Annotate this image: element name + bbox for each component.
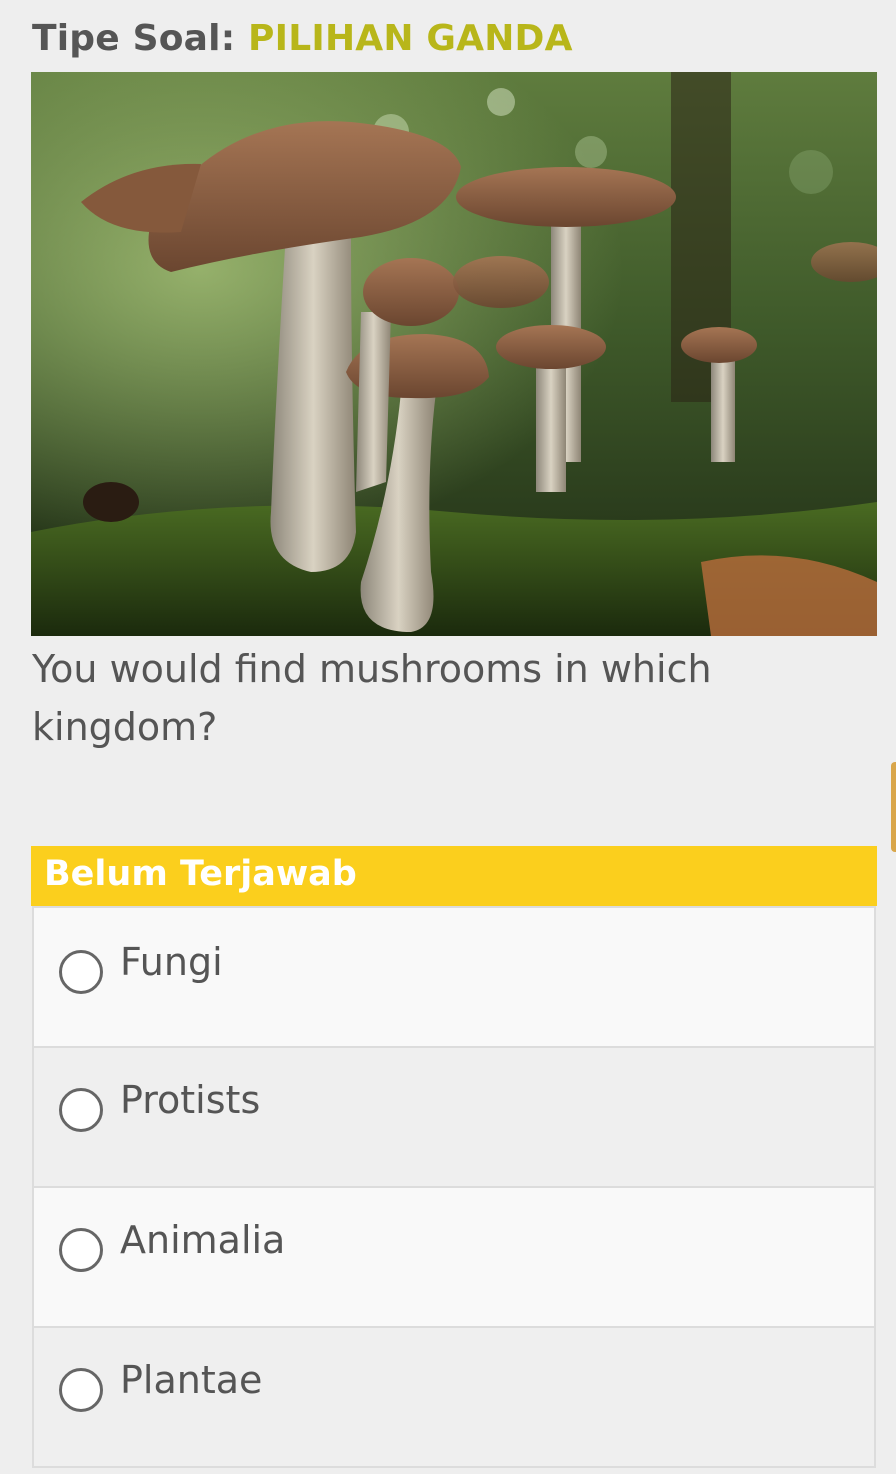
answer-option-label: Protists: [120, 1078, 261, 1122]
answer-option-label: Plantae: [120, 1358, 263, 1402]
question-text: You would find mushrooms in which kingdo…: [32, 647, 712, 749]
question-type-value: PILIHAN GANDA: [248, 18, 573, 59]
radio-button-icon[interactable]: [59, 1228, 103, 1272]
answer-option-animalia[interactable]: Animalia: [32, 1188, 876, 1328]
radio-button-icon[interactable]: [59, 950, 103, 994]
question-image: [31, 72, 877, 636]
radio-button-icon[interactable]: [59, 1368, 103, 1412]
question-type-label: Tipe Soal:: [32, 18, 236, 59]
answer-option-label: Fungi: [120, 940, 223, 984]
answer-option-plantae[interactable]: Plantae: [32, 1328, 876, 1468]
side-panel-handle[interactable]: [891, 762, 896, 852]
question-type-header: Tipe Soal: PILIHAN GANDA: [32, 18, 573, 59]
answer-option-protists[interactable]: Protists: [32, 1048, 876, 1188]
answer-status-label: Belum Terjawab: [44, 854, 357, 894]
answer-status-bar: Belum Terjawab: [31, 846, 877, 906]
answer-option-label: Animalia: [120, 1218, 286, 1262]
radio-button-icon[interactable]: [59, 1088, 103, 1132]
answer-option-fungi[interactable]: Fungi: [32, 906, 876, 1048]
answer-options-list: Fungi Protists Animalia Plantae: [32, 906, 876, 1468]
